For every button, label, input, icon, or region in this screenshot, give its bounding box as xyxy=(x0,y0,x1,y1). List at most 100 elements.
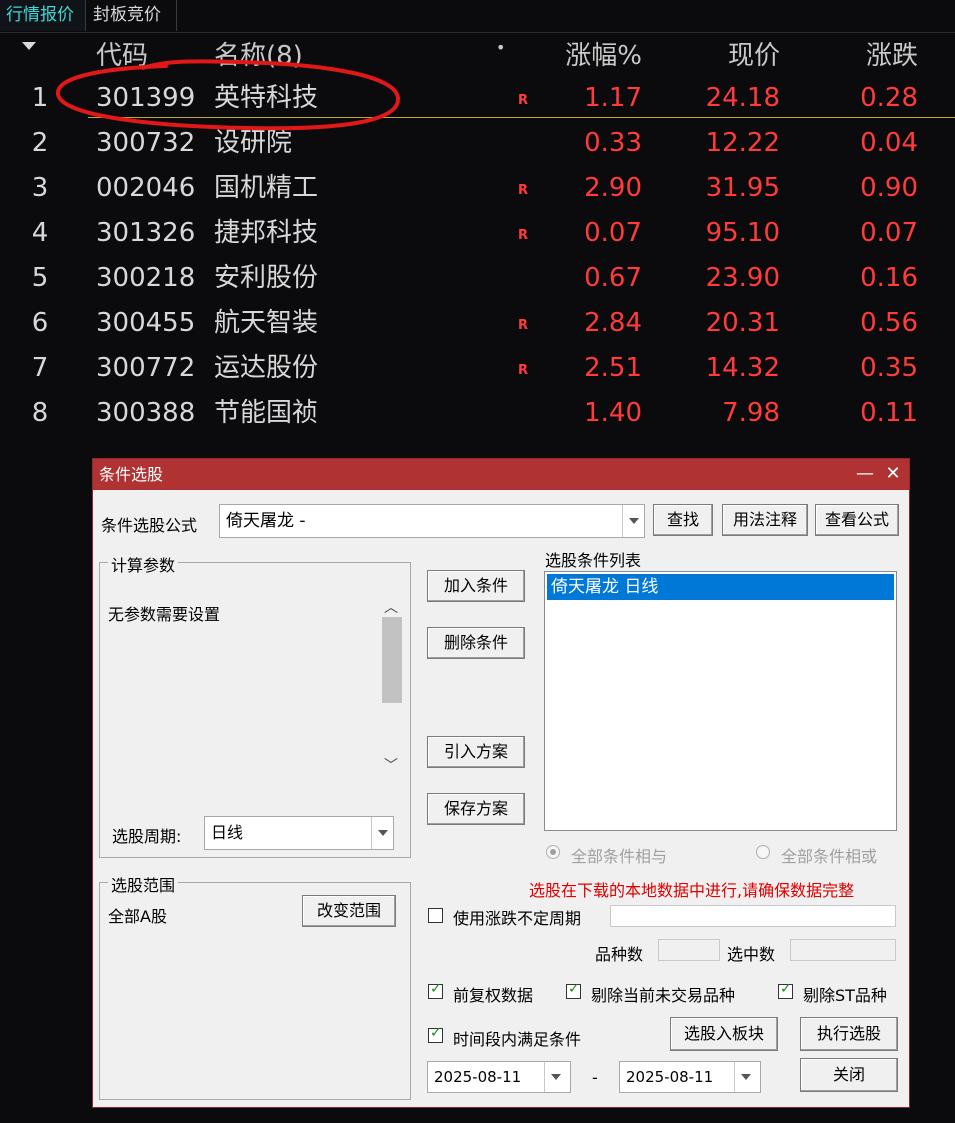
dialog-titlebar[interactable]: 条件选股 — ✕ xyxy=(93,459,909,490)
minimize-icon[interactable]: — xyxy=(851,459,879,490)
r-badge: R xyxy=(518,93,529,108)
price: 24.18 xyxy=(705,83,780,113)
change: 0.04 xyxy=(860,128,918,158)
table-row[interactable]: 8 300388 节能国祯 1.40 7.98 0.11 xyxy=(0,391,955,436)
row-index: 4 xyxy=(31,218,49,248)
delete-condition-button[interactable]: 删除条件 xyxy=(427,627,525,659)
tab-limit-bidding[interactable]: 封板竞价 xyxy=(87,0,177,31)
stock-code: 300388 xyxy=(96,398,196,428)
table-row[interactable]: 7 300772 运达股份 R 2.51 14.32 0.35 xyxy=(0,346,955,391)
radio-all-or[interactable] xyxy=(756,845,770,859)
import-scheme-button[interactable]: 引入方案 xyxy=(427,736,525,768)
condition-stock-dialog: 条件选股 — ✕ 条件选股公式 倚天屠龙 - 查找 用法注释 查看公式 计算参数… xyxy=(92,458,910,1108)
pct-change: 0.33 xyxy=(584,128,642,158)
price: 12.22 xyxy=(705,128,780,158)
formula-combo[interactable]: 倚天屠龙 - xyxy=(219,504,645,538)
stock-name: 捷邦科技 xyxy=(214,218,319,248)
add-to-block-button[interactable]: 选股入板块 xyxy=(670,1017,778,1051)
stock-name: 安利股份 xyxy=(214,263,319,293)
condition-list[interactable]: 倚天屠龙 日线 xyxy=(544,571,897,831)
range-value: 全部A股 xyxy=(108,907,167,926)
table-row[interactable]: 5 300218 安利股份 0.67 23.90 0.16 xyxy=(0,256,955,301)
scroll-up-icon[interactable]: ︿ xyxy=(384,597,398,617)
view-formula-button[interactable]: 查看公式 xyxy=(815,504,899,536)
stock-name: 运达股份 xyxy=(214,353,319,383)
tab-quotes[interactable]: 行情报价 xyxy=(0,0,86,31)
sort-arrow-icon[interactable] xyxy=(22,42,36,50)
stock-name: 节能国祯 xyxy=(214,398,319,428)
chevron-down-icon[interactable] xyxy=(544,1062,570,1092)
price: 23.90 xyxy=(705,263,780,293)
stock-code: 300218 xyxy=(96,263,196,293)
change: 0.35 xyxy=(860,353,918,383)
pct-change: 2.51 xyxy=(584,353,642,383)
var-period-checkbox[interactable] xyxy=(428,908,443,923)
change-range-button[interactable]: 改变范围 xyxy=(302,895,396,927)
price: 31.95 xyxy=(705,173,780,203)
usage-notes-button[interactable]: 用法注释 xyxy=(722,504,808,536)
change: 0.90 xyxy=(860,173,918,203)
stock-code: 002046 xyxy=(96,173,196,203)
remove-untraded-checkbox[interactable] xyxy=(566,981,581,999)
params-text: 无参数需要设置 xyxy=(108,605,221,624)
chevron-down-icon[interactable] xyxy=(734,1062,760,1092)
price: 95.10 xyxy=(705,218,780,248)
date-from-value: 2025-08-11 xyxy=(434,1068,522,1086)
date-to-picker[interactable]: 2025-08-11 xyxy=(619,1061,761,1093)
pct-change: 2.84 xyxy=(584,308,642,338)
row-index: 8 xyxy=(31,398,49,428)
pct-change: 2.90 xyxy=(584,173,642,203)
var-period-field[interactable] xyxy=(610,905,896,927)
forward-adjusted-checkbox[interactable] xyxy=(428,981,443,999)
add-condition-button[interactable]: 加入条件 xyxy=(427,570,525,602)
dialog-title: 条件选股 xyxy=(99,465,164,484)
red-circle-annotation xyxy=(56,59,400,131)
price: 14.32 xyxy=(705,353,780,383)
change: 0.11 xyxy=(860,398,918,428)
close-button[interactable]: 关闭 xyxy=(800,1058,898,1092)
period-combo[interactable]: 日线 xyxy=(204,816,394,850)
date-from-picker[interactable]: 2025-08-11 xyxy=(427,1061,571,1093)
table-row[interactable]: 4 301326 捷邦科技 R 0.07 95.10 0.07 xyxy=(0,211,955,256)
scroll-thumb[interactable] xyxy=(382,617,402,703)
execute-selection-button[interactable]: 执行选股 xyxy=(800,1017,898,1051)
date-to-value: 2025-08-11 xyxy=(626,1068,714,1086)
params-group-title: 计算参数 xyxy=(108,552,179,576)
stock-code: 300772 xyxy=(96,353,196,383)
r-badge: R xyxy=(518,228,529,243)
condition-list-item[interactable]: 倚天屠龙 日线 xyxy=(547,574,894,600)
find-button[interactable]: 查找 xyxy=(653,504,713,536)
table-row[interactable]: 6 300455 航天智装 R 2.84 20.31 0.56 xyxy=(0,301,955,346)
tab-bar: 行情报价 封板竞价 xyxy=(0,0,955,33)
row-index: 3 xyxy=(31,173,49,203)
header-pct-change[interactable]: 涨幅% xyxy=(560,36,642,76)
table-row[interactable]: 3 002046 国机精工 R 2.90 31.95 0.90 xyxy=(0,166,955,211)
chevron-down-icon[interactable] xyxy=(622,505,644,537)
range-group-title: 选股范围 xyxy=(108,872,179,896)
stock-name: 国机精工 xyxy=(214,173,319,203)
pct-change: 0.07 xyxy=(584,218,642,248)
count-label: 品种数 xyxy=(595,945,644,964)
save-scheme-button[interactable]: 保存方案 xyxy=(427,793,525,825)
close-icon[interactable]: ✕ xyxy=(879,459,907,490)
params-scrollbar[interactable]: ︿ ﹀ xyxy=(380,591,404,777)
period-value: 日线 xyxy=(211,823,244,842)
price: 20.31 xyxy=(705,308,780,338)
header-change[interactable]: 涨跌 xyxy=(840,36,918,76)
formula-value: 倚天屠龙 - xyxy=(226,511,306,531)
header-price[interactable]: 现价 xyxy=(700,36,780,76)
remove-st-checkbox[interactable] xyxy=(778,981,793,999)
row-index: 6 xyxy=(31,308,49,338)
range-group: 选股范围 全部A股 改变范围 xyxy=(99,872,411,1100)
remove-untraded-label: 剔除当前未交易品种 xyxy=(591,986,736,1005)
time-range-checkbox[interactable] xyxy=(428,1025,443,1043)
header-dot: • xyxy=(496,38,506,57)
chevron-down-icon[interactable] xyxy=(371,817,393,849)
radio-all-and-label: 全部条件相与 xyxy=(571,847,668,866)
radio-all-and[interactable] xyxy=(546,845,560,859)
remove-st-label: 剔除ST品种 xyxy=(803,986,887,1005)
change: 0.28 xyxy=(860,83,918,113)
forward-adjusted-label: 前复权数据 xyxy=(453,986,534,1005)
scroll-down-icon[interactable]: ﹀ xyxy=(384,755,398,775)
stock-code: 301326 xyxy=(96,218,196,248)
